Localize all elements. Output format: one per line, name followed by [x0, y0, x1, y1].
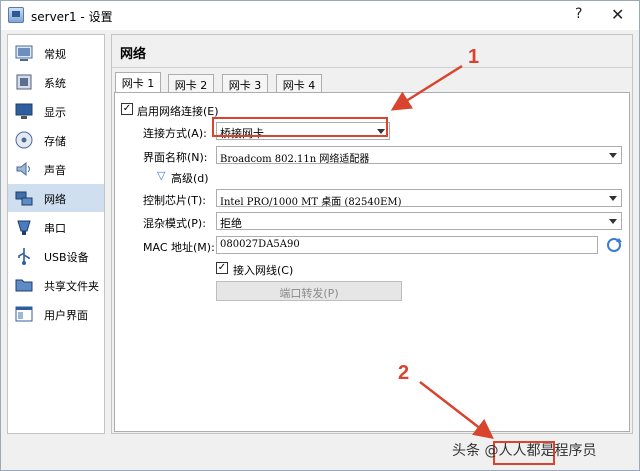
generate-mac-refresh-icon[interactable] [607, 238, 622, 252]
adapter-name-select[interactable]: Broadcom 802.11n 网络适配器 [216, 146, 622, 165]
advanced-toggle-label[interactable]: 高级(d) [171, 170, 209, 186]
serial-port-icon [17, 220, 31, 235]
promiscuous-mode-select[interactable]: 拒绝 [216, 212, 622, 230]
display-icon [15, 103, 33, 119]
sidebar-item-label: 串口 [44, 222, 66, 235]
advanced-toggle-icon[interactable]: ▽ [157, 169, 165, 182]
adapter-1-panel: ✓ 启用网络连接(E) 连接方式(A): 桥接网卡 界面名称(N): Broad… [114, 92, 630, 432]
cable-connected-label: 接入网线(C) [233, 264, 294, 277]
enable-adapter-checkbox[interactable]: ✓ [121, 103, 133, 115]
watermark-text: 头条 @人人都是程序员 [452, 443, 597, 459]
enable-adapter-label: 启用网络连接(E) [137, 105, 219, 118]
audio-icon [16, 161, 30, 177]
network-icon [15, 191, 33, 206]
sidebar-item-label: 声音 [44, 164, 66, 177]
sidebar-item-shared-folders[interactable]: 共享文件夹 [8, 271, 104, 299]
sidebar-item-label: 系统 [44, 77, 66, 90]
sidebar-item-label: 共享文件夹 [44, 280, 99, 293]
network-settings-panel: 网络 网卡 1 网卡 2 网卡 3 网卡 4 ✓ 启用网络连接(E) 连接方式(… [111, 34, 633, 434]
header-divider [112, 67, 632, 68]
sidebar-item-general[interactable]: 常规 [8, 39, 104, 67]
annotation-number-2: 2 [398, 362, 410, 384]
chevron-down-icon [609, 196, 617, 201]
close-button[interactable]: ✕ [611, 5, 624, 24]
sidebar-item-usb[interactable]: USB设备 [8, 242, 104, 270]
system-icon [16, 74, 32, 90]
sidebar-item-label: 常规 [44, 48, 66, 61]
storage-icon [15, 131, 33, 149]
adapter-type-select[interactable]: Intel PRO/1000 MT 桌面 (82540EM) [216, 189, 622, 208]
sidebar-item-label: 存储 [44, 135, 66, 148]
promiscuous-mode-value: 拒绝 [220, 217, 242, 230]
sidebar-item-system[interactable]: 系统 [8, 68, 104, 96]
sidebar-item-network[interactable]: 网络 [8, 184, 104, 212]
general-icon [15, 45, 33, 61]
help-button[interactable]: ? [575, 6, 582, 22]
shared-folder-icon [15, 279, 33, 292]
user-interface-icon [15, 306, 33, 322]
port-forwarding-button[interactable]: 端口转发(P) [216, 281, 402, 301]
sidebar-item-audio[interactable]: 声音 [8, 155, 104, 183]
adapter-type-value: Intel PRO/1000 MT 桌面 (82540EM) [220, 197, 402, 208]
annotation-number-1: 1 [468, 46, 480, 68]
sidebar-item-display[interactable]: 显示 [8, 97, 104, 125]
sidebar-item-label: 用户界面 [44, 309, 88, 322]
sidebar-item-user-interface[interactable]: 用户界面 [8, 300, 104, 328]
promiscuous-mode-label: 混杂模式(P): [143, 217, 206, 230]
settings-window: server1 - 设置 ? ✕ 常规 系统 显示 存储 声音 网络 串口 US… [0, 0, 640, 471]
mac-address-label: MAC 地址(M): [143, 241, 215, 254]
settings-sidebar: 常规 系统 显示 存储 声音 网络 串口 USB设备 共享文件夹 用户界面 [7, 34, 105, 434]
title-bar: server1 - 设置 ? ✕ [1, 1, 639, 30]
chevron-down-icon [609, 153, 617, 158]
sidebar-item-serial-port[interactable]: 串口 [8, 213, 104, 241]
attached-to-label: 连接方式(A): [143, 127, 207, 140]
sidebar-item-label: 网络 [44, 193, 66, 206]
adapter-name-label: 界面名称(N): [143, 151, 208, 164]
tab-adapter-4[interactable]: 网卡 4 [276, 74, 322, 92]
usb-icon [18, 248, 30, 265]
mac-address-input[interactable]: 080027DA5A90 [216, 236, 598, 254]
chevron-down-icon [609, 219, 617, 224]
tab-adapter-2[interactable]: 网卡 2 [168, 74, 214, 92]
window-title: server1 - 设置 [31, 10, 113, 24]
adapter-type-label: 控制芯片(T): [143, 194, 207, 207]
adapter-name-value: Broadcom 802.11n 网络适配器 [220, 154, 370, 165]
virtualbox-app-icon [8, 7, 24, 23]
sidebar-item-label: 显示 [44, 106, 66, 119]
page-title: 网络 [120, 47, 147, 62]
sidebar-item-storage[interactable]: 存储 [8, 126, 104, 154]
tab-adapter-3[interactable]: 网卡 3 [222, 74, 268, 92]
cable-connected-checkbox[interactable]: ✓ [216, 262, 228, 274]
annotation-highlight-attached-to [212, 117, 388, 137]
tab-adapter-1[interactable]: 网卡 1 [115, 72, 161, 93]
sidebar-item-label: USB设备 [44, 251, 89, 264]
